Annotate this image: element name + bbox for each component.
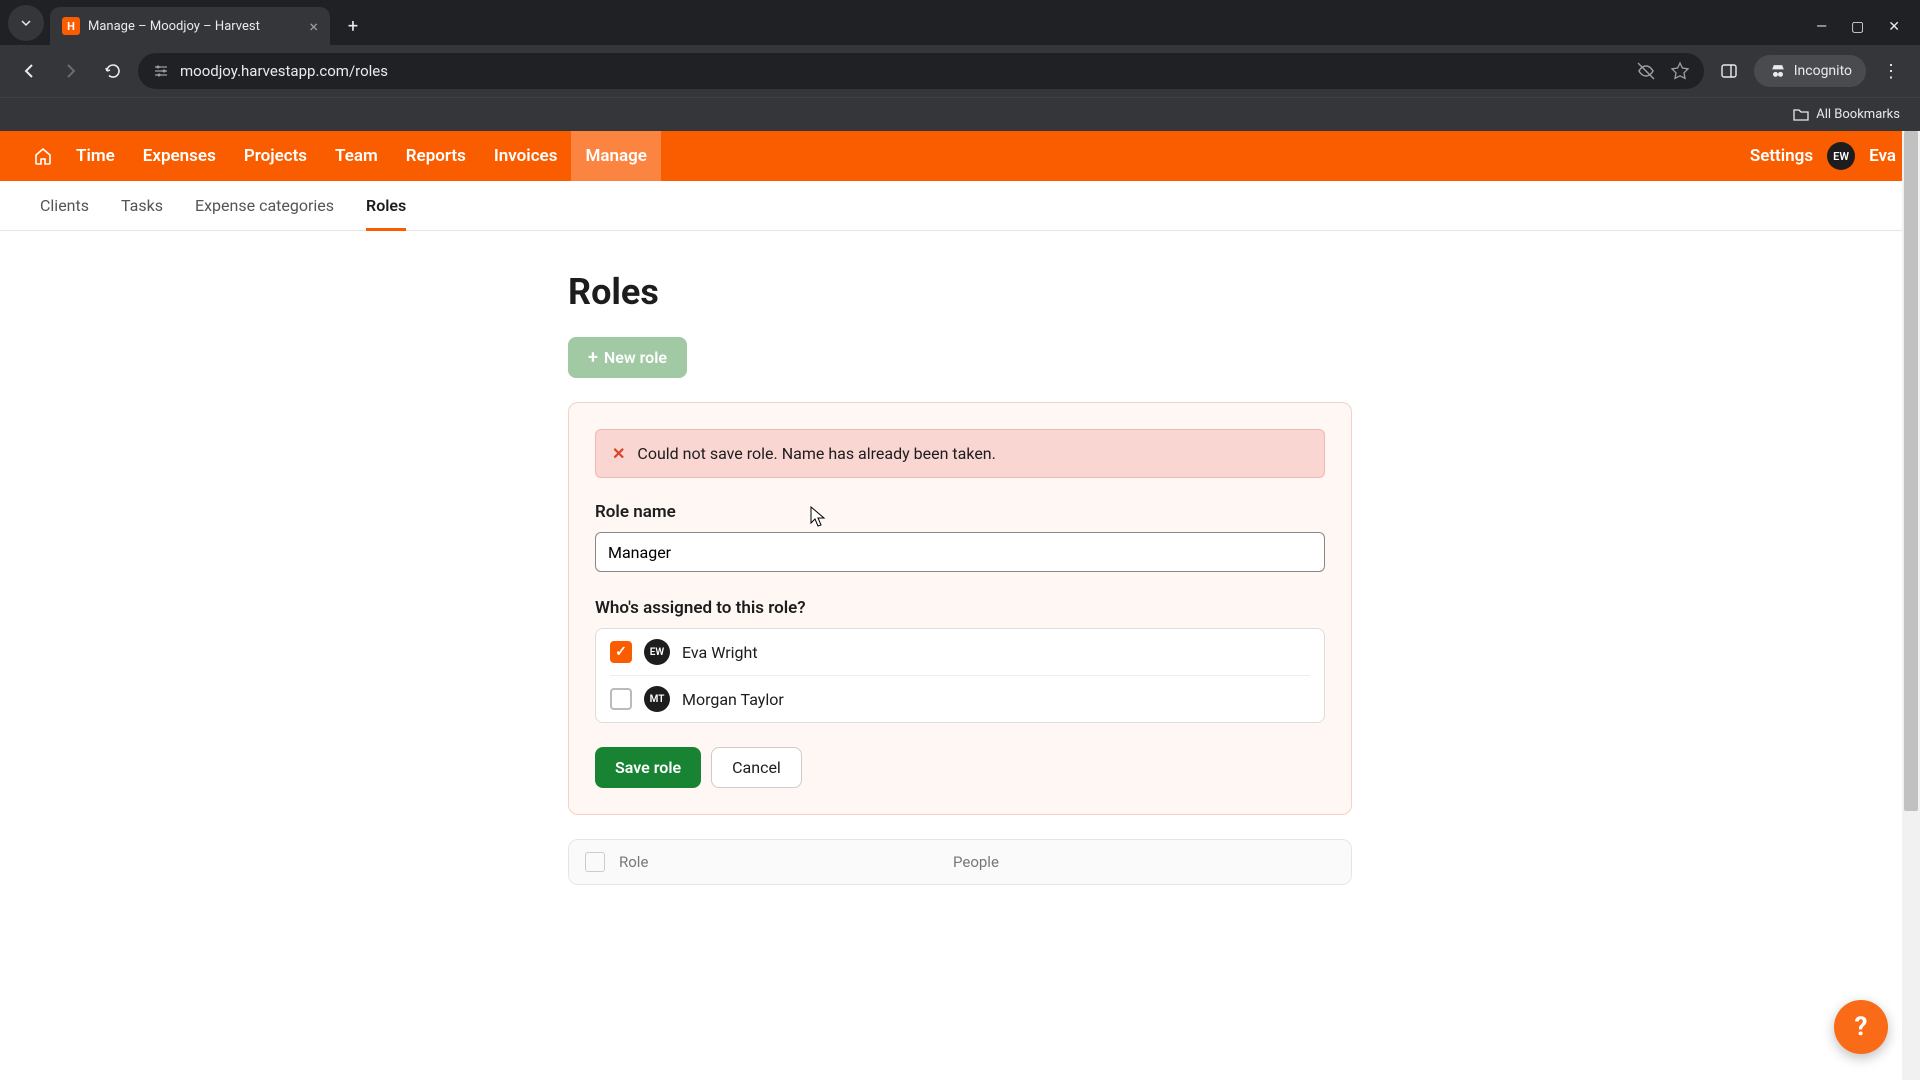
- new-role-label: New role: [604, 348, 667, 367]
- scrollbar-track[interactable]: [1902, 131, 1920, 1080]
- help-button[interactable]: ?: [1834, 1000, 1888, 1054]
- table-header: Role People: [569, 840, 1351, 884]
- page-title: Roles: [568, 271, 1352, 313]
- subnav-tasks[interactable]: Tasks: [105, 181, 179, 230]
- forward-button[interactable]: [54, 54, 88, 88]
- browser-toolbar: moodjoy.harvestapp.com/roles Incognito ⋮: [0, 45, 1920, 97]
- subnav-expense-categories[interactable]: Expense categories: [179, 181, 350, 230]
- select-all-checkbox[interactable]: [585, 852, 605, 872]
- side-panel-icon[interactable]: [1712, 54, 1746, 88]
- home-icon[interactable]: [24, 131, 62, 181]
- nav-team[interactable]: Team: [321, 131, 392, 181]
- plus-icon: +: [588, 347, 598, 368]
- user-avatar[interactable]: EW: [1827, 142, 1855, 170]
- new-role-button[interactable]: + New role: [568, 337, 687, 378]
- settings-link[interactable]: Settings: [1750, 146, 1813, 166]
- scrollbar-thumb[interactable]: [1904, 131, 1918, 811]
- reload-button[interactable]: [96, 54, 130, 88]
- tab-favicon: H: [62, 17, 80, 35]
- incognito-badge[interactable]: Incognito: [1754, 55, 1866, 87]
- address-bar[interactable]: moodjoy.harvestapp.com/roles: [138, 53, 1704, 89]
- assignee-row[interactable]: MT Morgan Taylor: [610, 675, 1310, 722]
- assignee-name: Morgan Taylor: [682, 690, 784, 709]
- error-message: Could not save role. Name has already be…: [637, 444, 995, 463]
- role-name-label: Role name: [595, 502, 1325, 522]
- assignee-checkbox[interactable]: [610, 641, 632, 663]
- nav-manage[interactable]: Manage: [571, 131, 660, 181]
- folder-icon: [1792, 106, 1810, 124]
- site-settings-icon[interactable]: [152, 62, 170, 80]
- browser-menu-icon[interactable]: ⋮: [1874, 61, 1908, 82]
- assignee-checkbox[interactable]: [610, 688, 632, 710]
- browser-titlebar: H Manage – Moodjoy – Harvest × + — ▢ ✕: [0, 0, 1920, 45]
- window-controls: — ▢ ✕: [1816, 19, 1920, 45]
- assignee-avatar: EW: [644, 639, 670, 665]
- app-header: Time Expenses Projects Team Reports Invo…: [0, 131, 1920, 181]
- bookmarks-bar: All Bookmarks: [0, 97, 1920, 131]
- minimize-icon[interactable]: —: [1816, 19, 1827, 35]
- new-tab-button[interactable]: +: [338, 11, 368, 41]
- subnav-clients[interactable]: Clients: [24, 181, 105, 230]
- incognito-label: Incognito: [1794, 63, 1852, 79]
- roles-table: Role People: [568, 839, 1352, 885]
- error-banner: ✕ Could not save role. Name has already …: [595, 429, 1325, 478]
- assignee-name: Eva Wright: [682, 643, 758, 662]
- nav-time[interactable]: Time: [62, 131, 129, 181]
- nav-reports[interactable]: Reports: [392, 131, 480, 181]
- role-name-input[interactable]: [595, 532, 1325, 572]
- eye-off-icon[interactable]: [1636, 61, 1656, 81]
- tab-title: Manage – Moodjoy – Harvest: [88, 19, 301, 34]
- user-name[interactable]: Eva: [1869, 146, 1896, 166]
- column-people: People: [953, 853, 1335, 871]
- main-nav: Time Expenses Projects Team Reports Invo…: [62, 131, 661, 181]
- nav-invoices[interactable]: Invoices: [480, 131, 572, 181]
- tab-close-icon[interactable]: ×: [309, 17, 318, 36]
- close-window-icon[interactable]: ✕: [1888, 19, 1900, 35]
- subnav-roles[interactable]: Roles: [350, 181, 422, 230]
- assignee-row[interactable]: EW Eva Wright: [596, 629, 1324, 675]
- column-role: Role: [619, 853, 939, 871]
- all-bookmarks-link[interactable]: All Bookmarks: [1816, 107, 1900, 122]
- url-text: moodjoy.harvestapp.com/roles: [180, 62, 1626, 80]
- assign-label: Who's assigned to this role?: [595, 598, 1325, 618]
- tab-search-button[interactable]: [8, 5, 44, 41]
- maximize-icon[interactable]: ▢: [1851, 19, 1864, 35]
- assignee-list: EW Eva Wright MT Morgan Taylor: [595, 628, 1325, 723]
- star-icon[interactable]: [1670, 61, 1690, 81]
- save-role-button[interactable]: Save role: [595, 747, 701, 788]
- back-button[interactable]: [12, 54, 46, 88]
- incognito-icon: [1768, 61, 1788, 81]
- nav-expenses[interactable]: Expenses: [129, 131, 230, 181]
- assignee-avatar: MT: [644, 686, 670, 712]
- nav-projects[interactable]: Projects: [230, 131, 321, 181]
- error-x-icon: ✕: [612, 444, 625, 463]
- sub-nav: Clients Tasks Expense categories Roles: [0, 181, 1920, 231]
- role-form-panel: ✕ Could not save role. Name has already …: [568, 402, 1352, 815]
- browser-tab[interactable]: H Manage – Moodjoy – Harvest ×: [50, 7, 330, 45]
- cancel-button[interactable]: Cancel: [711, 747, 802, 788]
